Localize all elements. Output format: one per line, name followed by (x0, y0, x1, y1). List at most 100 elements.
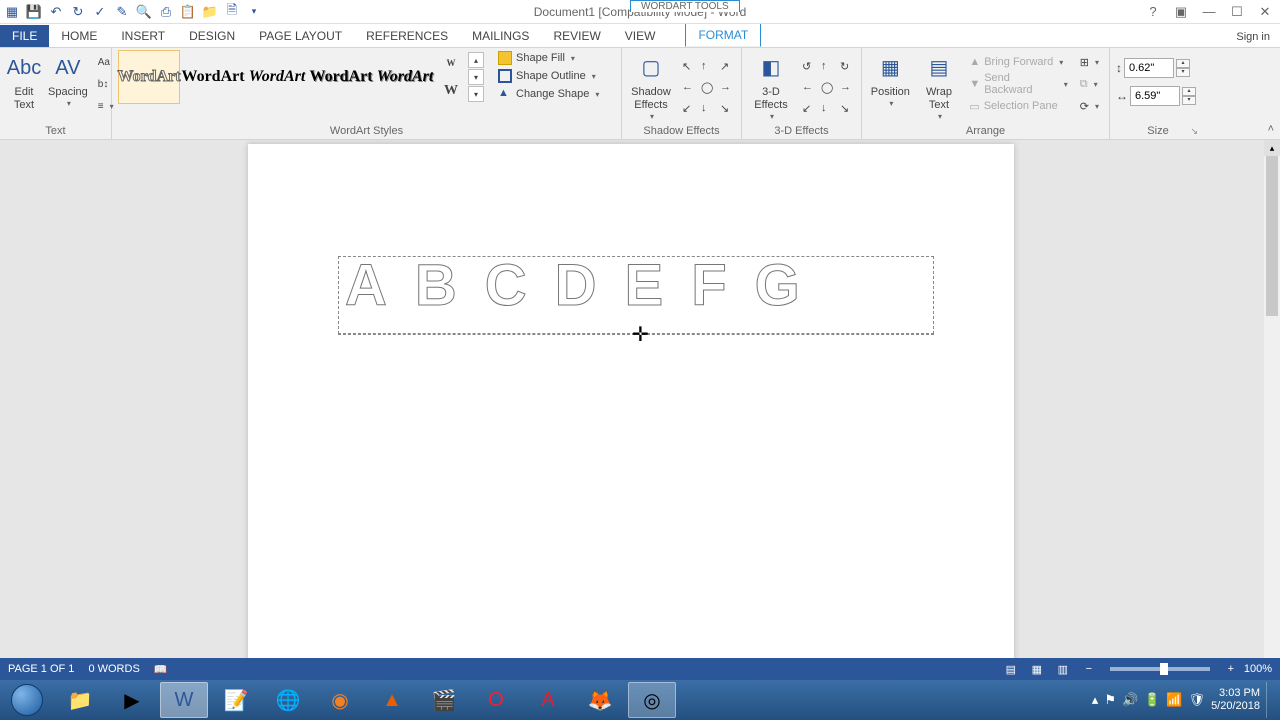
close-icon[interactable]: ✕ (1256, 3, 1274, 21)
tab-mailings[interactable]: MAILINGS (460, 25, 541, 47)
maximize-icon[interactable]: ☐ (1228, 3, 1246, 21)
gallery-more-button[interactable]: ▾ (468, 86, 484, 102)
shape-outline-button[interactable]: Shape Outline▾ (494, 68, 603, 84)
word-count[interactable]: 0 WORDS (88, 663, 139, 675)
spacing-button[interactable]: AV Spacing▾ (46, 50, 90, 111)
wordart-style-6[interactable]: W (438, 50, 464, 76)
shadow-effects-button[interactable]: ▢ Shadow Effects▾ (628, 50, 674, 124)
zoom-slider[interactable] (1110, 667, 1210, 671)
3d-tilt-d[interactable]: ↓ (817, 98, 835, 118)
qat-icon-3[interactable]: 🔍 (136, 4, 152, 20)
shadow-nudge-ur[interactable]: ↗ (716, 56, 734, 76)
page-indicator[interactable]: PAGE 1 OF 1 (8, 663, 74, 675)
tab-review[interactable]: REVIEW (541, 25, 612, 47)
page[interactable]: ABCDEFG ✛ (248, 144, 1014, 680)
send-backward-button[interactable]: ▼Send Backward▾ (965, 74, 1071, 94)
3d-tilt-u[interactable]: ↑ (817, 56, 835, 76)
save-icon[interactable]: 💾 (26, 4, 42, 20)
qat-icon-5[interactable]: 📋 (180, 4, 196, 20)
size-dialog-launcher[interactable]: ↘ (1190, 126, 1198, 137)
shadow-nudge-r[interactable]: → (716, 77, 734, 97)
shadow-nudge-dl[interactable]: ↙ (678, 98, 696, 118)
tab-format[interactable]: FORMAT (685, 23, 761, 47)
3d-tilt-l[interactable]: ← (798, 77, 816, 97)
tray-network-icon[interactable]: 📶 (1166, 692, 1182, 708)
web-layout-button[interactable]: ▥ (1052, 660, 1074, 678)
tray-battery-icon[interactable]: 🔋 (1144, 692, 1160, 708)
taskbar-media-player[interactable]: ▶ (108, 682, 156, 718)
align-button[interactable]: ⊞▾ (1076, 52, 1103, 72)
3d-tilt-r[interactable]: → (836, 77, 854, 97)
tray-volume-icon[interactable]: 🔊 (1122, 692, 1138, 708)
qat-icon-4[interactable]: ⎙ (158, 4, 174, 20)
taskbar-vlc[interactable]: ▲ (368, 682, 416, 718)
tab-page-layout[interactable]: PAGE LAYOUT (247, 25, 354, 47)
3d-tilt-ur[interactable]: ↻ (836, 56, 854, 76)
wordart-style-5[interactable]: WordArt (374, 50, 436, 104)
wordart-style-4[interactable]: WordArt (310, 50, 372, 104)
change-shape-button[interactable]: ▲ Change Shape▾ (494, 86, 603, 102)
zoom-out-button[interactable]: − (1078, 660, 1100, 678)
vertical-scrollbar[interactable]: ▴ ▾ (1264, 140, 1280, 680)
taskbar-app-4[interactable]: ◎ (628, 682, 676, 718)
height-spin-down[interactable]: ▾ (1176, 68, 1190, 77)
taskbar-app-2[interactable]: ◉ (316, 682, 364, 718)
wordart-style-2[interactable]: WordArt (182, 50, 244, 104)
shadow-nudge-l[interactable]: ← (678, 77, 696, 97)
help-icon[interactable]: ? (1144, 3, 1162, 21)
zoom-in-button[interactable]: + (1220, 660, 1242, 678)
taskbar-chrome[interactable]: 🌐 (264, 682, 312, 718)
shadow-toggle[interactable]: ◯ (697, 77, 715, 97)
group-button[interactable]: ⧉▾ (1076, 74, 1103, 94)
width-spin-down[interactable]: ▾ (1182, 96, 1196, 105)
taskbar-acrobat[interactable]: A (524, 682, 572, 718)
wordart-style-3[interactable]: WordArt (246, 50, 308, 104)
redo-icon[interactable]: ↻ (70, 4, 86, 20)
shadow-nudge-u[interactable]: ↑ (697, 56, 715, 76)
tab-home[interactable]: HOME (49, 25, 109, 47)
tray-show-hidden-icon[interactable]: ▴ (1092, 692, 1099, 708)
sign-in-link[interactable]: Sign in (1226, 27, 1280, 47)
gallery-scroll-down[interactable]: ▾ (468, 69, 484, 85)
qat-icon-2[interactable]: ✎ (114, 4, 130, 20)
scroll-thumb[interactable] (1266, 156, 1278, 316)
taskbar-app-3[interactable]: 🎬 (420, 682, 468, 718)
qat-icon-7[interactable]: 🗎 (224, 4, 240, 20)
width-spin-up[interactable]: ▴ (1182, 87, 1196, 96)
position-button[interactable]: ▦ Position▾ (868, 50, 913, 111)
shadow-nudge-ul[interactable]: ↖ (678, 56, 696, 76)
start-button[interactable] (0, 680, 54, 720)
3d-toggle[interactable]: ◯ (817, 77, 835, 97)
tab-file[interactable]: FILE (0, 25, 49, 47)
print-layout-button[interactable]: ▦ (1026, 660, 1048, 678)
shadow-nudge-dr[interactable]: ↘ (716, 98, 734, 118)
qat-more-icon[interactable]: ▾ (246, 4, 262, 20)
height-spin-up[interactable]: ▴ (1176, 59, 1190, 68)
3d-effects-button[interactable]: ◧ 3-D Effects▾ (748, 50, 794, 124)
qat-icon-6[interactable]: 📁 (202, 4, 218, 20)
read-mode-button[interactable]: ▤ (1000, 660, 1022, 678)
taskbar-app-1[interactable]: 📝 (212, 682, 260, 718)
tray-clock[interactable]: 3:03 PM 5/20/2018 (1211, 687, 1260, 713)
taskbar-word[interactable]: W (160, 682, 208, 718)
tab-view[interactable]: VIEW (613, 25, 668, 47)
ribbon-display-icon[interactable]: ▣ (1172, 3, 1190, 21)
gallery-scroll-up[interactable]: ▴ (468, 52, 484, 68)
3d-tilt-ul[interactable]: ↺ (798, 56, 816, 76)
tab-references[interactable]: REFERENCES (354, 25, 460, 47)
width-input[interactable] (1130, 86, 1180, 106)
taskbar-opera[interactable]: O (472, 682, 520, 718)
bring-forward-button[interactable]: ▲Bring Forward▾ (965, 52, 1071, 72)
wrap-text-button[interactable]: ▤ Wrap Text▾ (917, 50, 962, 124)
show-desktop-button[interactable] (1266, 682, 1274, 718)
collapse-ribbon-icon[interactable]: ˄ (1268, 123, 1274, 135)
edit-text-button[interactable]: Abc Edit Text (6, 50, 42, 114)
zoom-level[interactable]: 100% (1244, 663, 1272, 675)
scroll-up-button[interactable]: ▴ (1264, 140, 1280, 156)
tray-flag-icon[interactable]: ⚑ (1104, 692, 1116, 708)
minimize-icon[interactable]: — (1200, 3, 1218, 21)
tab-insert[interactable]: INSERT (109, 25, 177, 47)
undo-icon[interactable]: ↶ (48, 4, 64, 20)
3d-tilt-dl[interactable]: ↙ (798, 98, 816, 118)
wordart-style-1[interactable]: WordArt (118, 50, 180, 104)
